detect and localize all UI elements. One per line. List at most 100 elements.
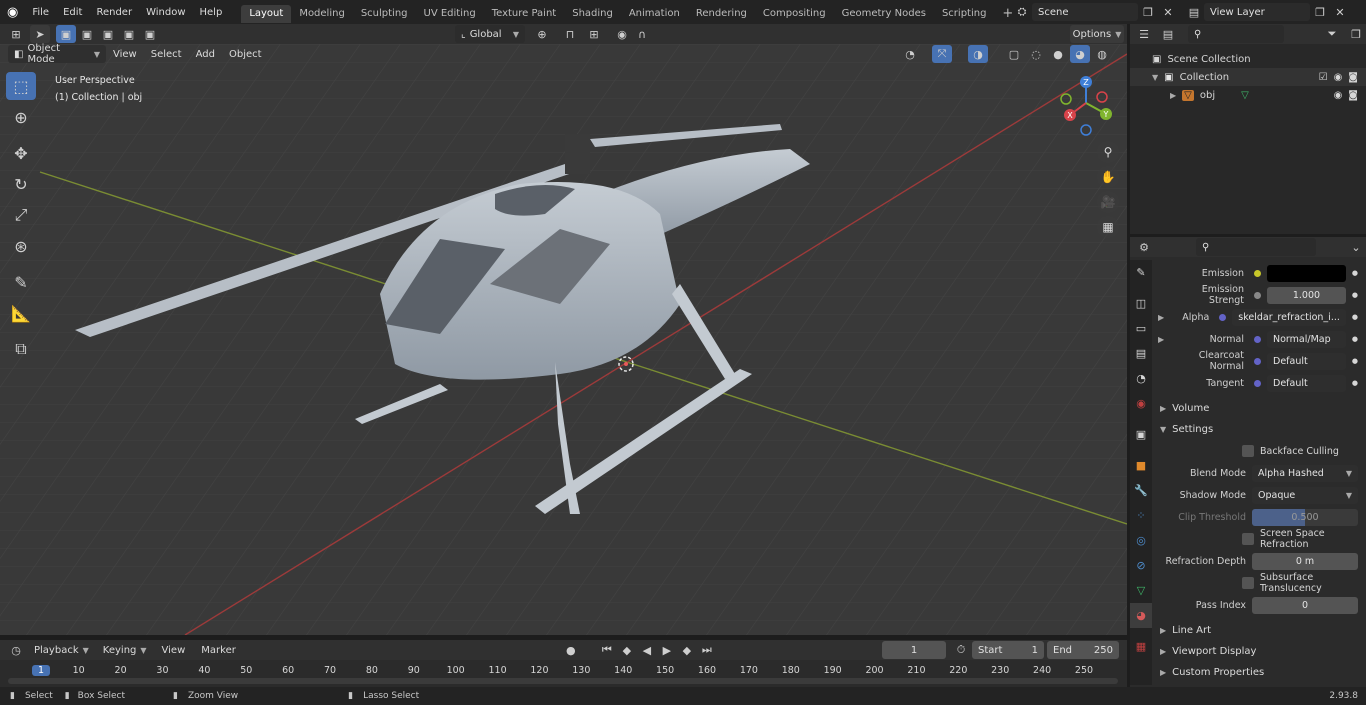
render-tab-icon[interactable]: ◫	[1130, 291, 1152, 316]
keyframe-dot-icon[interactable]: ●	[1352, 313, 1358, 321]
tab-texture-paint[interactable]: Texture Paint	[484, 5, 565, 23]
select-menu[interactable]: Select	[144, 44, 189, 64]
keyframe-dot-icon[interactable]: ●	[1352, 291, 1358, 299]
select-tool-icon[interactable]: ➤	[30, 25, 50, 43]
select-invert-icon[interactable]: ▣	[119, 25, 139, 43]
outliner-row-object[interactable]: ▶ ▽ obj ▽ ◉ ◙	[1130, 86, 1366, 104]
current-frame-field[interactable]: 1	[882, 641, 946, 659]
output-tab-icon[interactable]: ▭	[1130, 316, 1152, 341]
camera-icon[interactable]: ◙	[1348, 72, 1358, 83]
select-new-icon[interactable]: ▣	[56, 25, 76, 43]
transform-tool-icon[interactable]: ⊛	[6, 232, 36, 260]
overlay-toggle-icon[interactable]: ◑	[968, 45, 988, 63]
prop-field-normal[interactable]: Normal/Map	[1267, 330, 1346, 348]
record-icon[interactable]: ●	[561, 641, 581, 659]
keying-menu[interactable]: Keying ▼	[97, 641, 153, 659]
keyframe-dot-icon[interactable]: ●	[1352, 335, 1358, 343]
outliner-editor-icon[interactable]: ☰	[1134, 25, 1154, 43]
pan-hand-icon[interactable]: ✋	[1097, 166, 1119, 188]
shadow-mode-dropdown[interactable]: Opaque ▼	[1252, 486, 1358, 504]
tab-animation[interactable]: Animation	[621, 5, 688, 23]
settings-section[interactable]: ▼ Settings	[1152, 419, 1366, 440]
end-frame-field[interactable]: End 250	[1047, 641, 1119, 659]
move-tool-icon[interactable]: ✥	[6, 139, 36, 167]
prop-field-alpha[interactable]: skeldar_refraction_i...	[1232, 308, 1346, 326]
expand-arrow-icon[interactable]: ▶	[1170, 91, 1176, 100]
viewport-display-section[interactable]: ▶ Viewport Display	[1152, 641, 1366, 662]
eye-icon[interactable]: ◉	[1334, 72, 1343, 83]
menu-window[interactable]: Window	[139, 0, 192, 24]
mode-dropdown[interactable]: ◧ Object Mode ▼	[8, 43, 106, 65]
properties-editor-icon[interactable]: ⚙	[1134, 238, 1154, 256]
tab-shading[interactable]: Shading	[564, 5, 621, 23]
snap-target-icon[interactable]: ⊞	[584, 25, 604, 43]
transform-orientation-dropdown[interactable]: ⌞ Global ▼	[455, 25, 525, 43]
keyframe-dot-icon[interactable]: ●	[1352, 379, 1358, 387]
marker-menu[interactable]: Marker	[194, 640, 243, 660]
3d-viewport[interactable]: ⬚ ⊕ ✥ ↻ ⤢ ⊛ ✎ 📐 ⧉ User Perspective (1) C…	[0, 44, 1127, 635]
line-art-section[interactable]: ▶ Line Art	[1152, 620, 1366, 641]
outliner-search-input[interactable]: ⚲	[1188, 25, 1284, 43]
play-reverse-icon[interactable]: ◀	[637, 641, 657, 659]
camera-view-icon[interactable]: 🎥	[1097, 191, 1119, 213]
socket-dot-icon[interactable]	[1254, 335, 1261, 343]
gizmo-toggle-icon[interactable]: ⤧	[932, 45, 952, 63]
expand-arrow-icon[interactable]: ▶	[1158, 335, 1168, 344]
prop-field-emission[interactable]	[1267, 264, 1346, 282]
select-subtract-icon[interactable]: ▣	[98, 25, 118, 43]
timeline-view-menu[interactable]: View	[155, 640, 193, 660]
custom-properties-section[interactable]: ▶ Custom Properties	[1152, 662, 1366, 683]
playback-menu[interactable]: Playback ▼	[28, 641, 95, 659]
tab-compositing[interactable]: Compositing	[755, 5, 834, 23]
jump-keyframe-forward-icon[interactable]: ◆	[677, 641, 697, 659]
scene-name-field[interactable]: Scene	[1032, 3, 1138, 21]
jump-end-icon[interactable]: ⏭	[697, 641, 717, 659]
select-intersect-icon[interactable]: ▣	[140, 25, 160, 43]
rendered-shading-icon[interactable]: ◍	[1092, 45, 1112, 63]
proportional-edit-icon[interactable]: ◉	[612, 25, 632, 43]
world-tab-icon[interactable]: ◉	[1130, 391, 1152, 416]
constraints-tab-icon[interactable]: ⊘	[1130, 553, 1152, 578]
subsurface-checkbox[interactable]	[1242, 577, 1254, 589]
menu-render[interactable]: Render	[89, 0, 139, 24]
filter-icon[interactable]: ⏷	[1322, 25, 1342, 43]
backface-culling-checkbox[interactable]	[1242, 445, 1254, 457]
play-icon[interactable]: ▶	[657, 641, 677, 659]
new-view-layer-icon[interactable]: ❐	[1310, 3, 1330, 21]
pass-index-field[interactable]: 0	[1252, 596, 1358, 614]
options-button[interactable]: Options ▼	[1070, 25, 1124, 43]
new-scene-icon[interactable]: ❐	[1138, 3, 1158, 21]
view-layer-icon[interactable]: ▤	[1184, 3, 1204, 21]
data-tab-icon[interactable]: ▽	[1130, 578, 1152, 603]
timeline-editor-icon[interactable]: ◷	[6, 641, 26, 659]
pivot-icon[interactable]: ⊕	[532, 25, 552, 43]
scale-tool-icon[interactable]: ⤢	[6, 201, 36, 229]
perspective-grid-icon[interactable]: ▦	[1097, 216, 1119, 238]
blender-logo-icon[interactable]: ◉	[0, 0, 25, 24]
new-collection-icon[interactable]: ❐	[1346, 25, 1366, 43]
camera-icon[interactable]: ◙	[1348, 90, 1358, 101]
tab-scripting[interactable]: Scripting	[934, 5, 994, 23]
blend-mode-dropdown[interactable]: Alpha Hashed ▼	[1252, 464, 1358, 482]
tool-tab-icon[interactable]: ✎	[1130, 260, 1152, 285]
tab-layout[interactable]: Layout	[241, 4, 292, 23]
menu-help[interactable]: Help	[193, 0, 230, 24]
start-frame-field[interactable]: Start 1	[972, 641, 1044, 659]
zoom-icon[interactable]: ⚲	[1097, 141, 1119, 163]
expand-arrow-icon[interactable]: ▼	[1152, 73, 1158, 82]
outliner-row-scene-collection[interactable]: ▣ Scene Collection	[1130, 50, 1366, 68]
view-menu[interactable]: View	[106, 44, 144, 64]
falloff-icon[interactable]: ∩	[632, 25, 652, 43]
editor-type-icon[interactable]: ⊞	[6, 25, 26, 43]
xray-icon[interactable]: ▢	[1004, 45, 1024, 63]
prop-field-clearcoat-normal[interactable]: Default	[1267, 352, 1346, 370]
tab-geometry-nodes[interactable]: Geometry Nodes	[834, 5, 934, 23]
prop-field-tangent[interactable]: Default	[1267, 374, 1346, 392]
socket-dot-icon[interactable]	[1254, 291, 1261, 299]
scene-tab-icon[interactable]: ◔	[1130, 366, 1152, 391]
snap-icon[interactable]: ⊓	[560, 25, 580, 43]
ssr-row[interactable]: Screen Space Refraction	[1152, 528, 1366, 550]
stopwatch-icon[interactable]: ⏱	[951, 641, 971, 659]
modifier-tab-icon[interactable]: 🔧	[1130, 478, 1152, 503]
socket-dot-icon[interactable]	[1254, 269, 1261, 277]
